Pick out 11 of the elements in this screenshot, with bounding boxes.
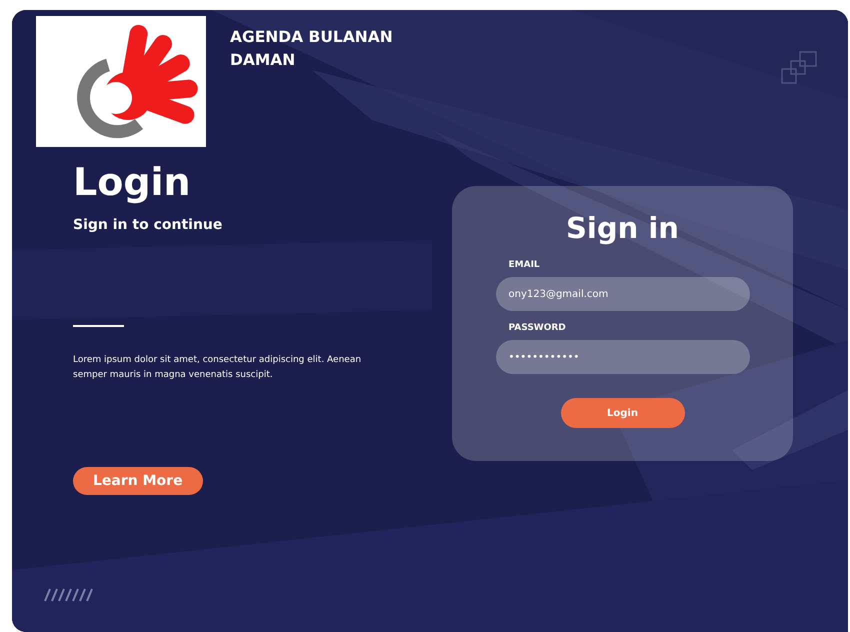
stripes-icon [43, 588, 95, 602]
description-text: Lorem ipsum dolor sit amet, consectetur adipiscing elit. Aenean semper mauris in magna venenatis suscipit. [73, 354, 362, 382]
field-label: PASSWORD [508, 323, 567, 333]
page-subheading: Sign in to continue [73, 217, 222, 233]
field-label: EMAIL [508, 260, 541, 270]
login-button[interactable]: Login [560, 398, 684, 428]
page-heading: Login [73, 159, 191, 205]
learn-more-button[interactable]: Learn More [73, 467, 203, 495]
app-title: DAMAN [230, 50, 296, 71]
app-title: AGENDA BULANAN [230, 27, 393, 48]
sign-in-title: Sign in [566, 210, 679, 246]
